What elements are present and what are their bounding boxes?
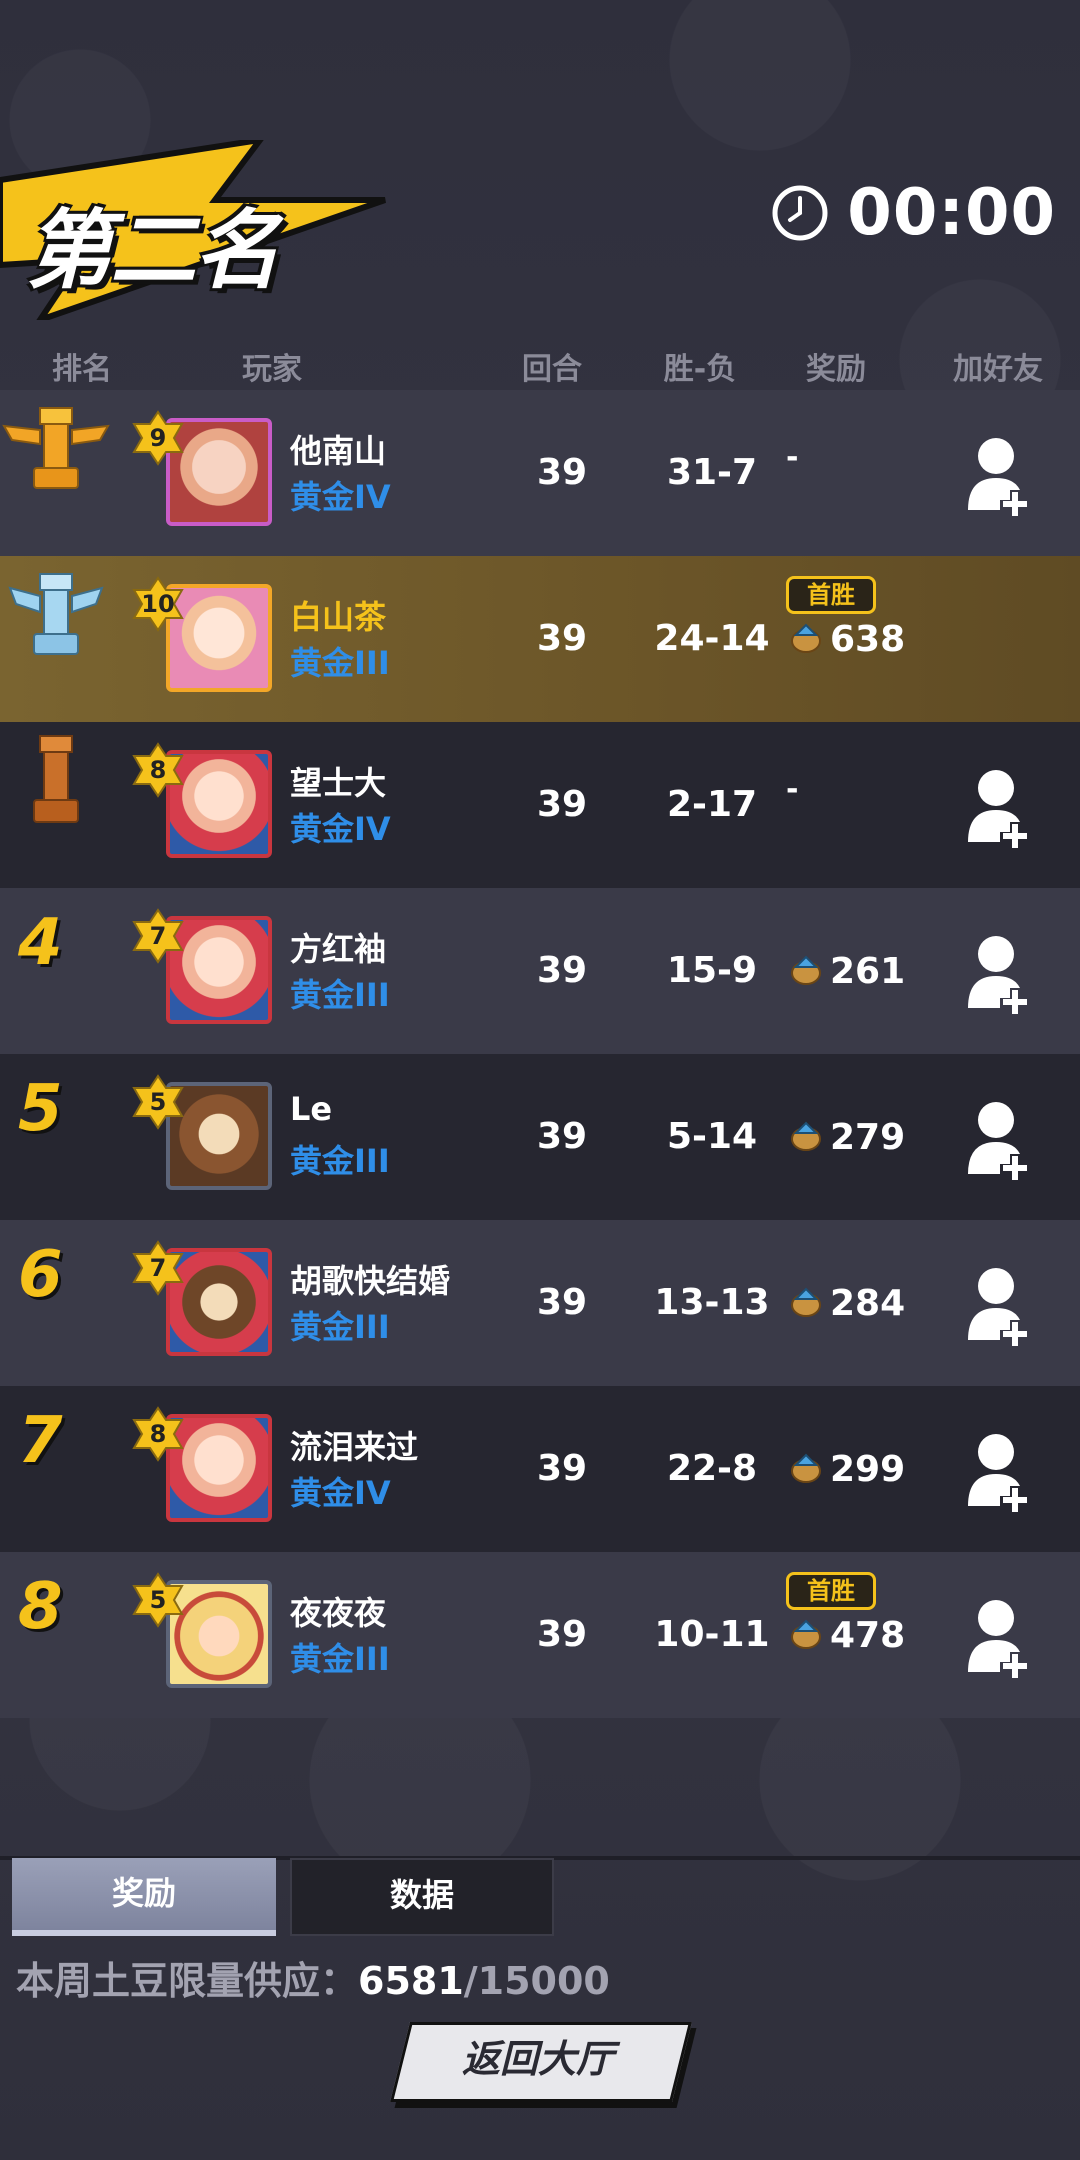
- first-win-badge: 首胜: [786, 576, 876, 614]
- header-win-loss: 胜-负: [663, 352, 737, 387]
- leaderboard-row: 8 5 夜夜夜 黄金III 39 10-11 首胜 478: [0, 1552, 1080, 1718]
- add-friend-icon[interactable]: [966, 932, 1034, 1016]
- rounds-value: 39: [536, 1282, 588, 1323]
- rank-number: 4: [18, 906, 63, 980]
- rounds-value: 39: [536, 1116, 588, 1157]
- player-name: 流泪来过: [290, 1428, 419, 1466]
- leaderboard-row-self: 10 白山茶 黄金III 39 24-14 首胜 638: [0, 556, 1080, 722]
- rounds-value: 39: [536, 618, 588, 659]
- win-loss-value: 22-8: [666, 1448, 758, 1489]
- match-timer: 00:00: [771, 176, 1056, 250]
- reward-value: 261: [788, 948, 905, 994]
- rank-number: 8: [18, 1570, 63, 1644]
- win-loss-value: 24-14: [654, 618, 770, 659]
- leaderboard-row: 4 7 方红袖 黄金III 39 15-9 261: [0, 888, 1080, 1054]
- rounds-value: 39: [536, 452, 588, 493]
- weekly-supply: 本周土豆限量供应：6581/15000: [16, 1950, 610, 2005]
- gold-trophy-icon: [2, 407, 110, 489]
- player-tier: 黄金IV: [290, 1474, 391, 1512]
- level-badge: 8: [130, 1406, 186, 1462]
- header-rank: 排名: [52, 352, 112, 387]
- reward-value: 478: [788, 1612, 905, 1658]
- level-badge: 7: [130, 908, 186, 964]
- player-name: 白山茶: [290, 598, 387, 636]
- potato-coin-icon: [791, 1287, 821, 1317]
- rounds-value: 39: [536, 950, 588, 991]
- player-name: 望士大: [290, 764, 387, 802]
- leaderboard-row: 9 他南山 黄金IV 39 31-7 -: [0, 390, 1080, 556]
- leaderboard: 9 他南山 黄金IV 39 31-7 - 10 白山茶 黄金III 39 24-…: [0, 390, 1080, 1718]
- reward-value: 284: [788, 1280, 905, 1326]
- add-friend-icon[interactable]: [966, 1098, 1034, 1182]
- potato-coin-icon: [791, 1619, 821, 1649]
- reward-value: -: [786, 439, 799, 475]
- rank-number: 7: [18, 1404, 63, 1478]
- reward-value: 299: [788, 1446, 905, 1492]
- player-name: 胡歌快结婚: [290, 1262, 451, 1300]
- header-player: 玩家: [242, 352, 302, 387]
- leaderboard-row: 8 望士大 黄金IV 39 2-17 -: [0, 722, 1080, 888]
- tab-rewards[interactable]: 奖励: [12, 1858, 276, 1936]
- win-loss-value: 15-9: [666, 950, 758, 991]
- player-tier: 黄金III: [290, 1640, 390, 1678]
- potato-coin-icon: [791, 1453, 821, 1483]
- tab-stats[interactable]: 数据: [290, 1858, 554, 1936]
- player-tier: 黄金IV: [290, 478, 391, 516]
- rounds-value: 39: [536, 1448, 588, 1489]
- level-badge: 10: [130, 576, 186, 632]
- player-name: 夜夜夜: [290, 1594, 387, 1632]
- leaderboard-row: 7 8 流泪来过 黄金IV 39 22-8 299: [0, 1386, 1080, 1552]
- player-tier: 黄金III: [290, 1308, 390, 1346]
- potato-coin-icon: [791, 623, 821, 653]
- bronze-trophy-icon: [33, 735, 79, 823]
- player-tier: 黄金III: [290, 1142, 390, 1180]
- rounds-value: 39: [536, 1614, 588, 1655]
- win-loss-value: 31-7: [666, 452, 758, 493]
- supply-current: 6581: [358, 1959, 464, 2003]
- win-loss-value: 10-11: [654, 1614, 770, 1655]
- clock-icon: [772, 185, 828, 241]
- back-to-lobby-label[interactable]: 返回大厅: [400, 2022, 676, 2096]
- rounds-value: 39: [536, 784, 588, 825]
- win-loss-value: 13-13: [654, 1282, 770, 1323]
- level-badge: 9: [130, 410, 186, 466]
- level-badge: 5: [130, 1074, 186, 1130]
- rank-number: 5: [18, 1072, 63, 1146]
- player-tier: 黄金III: [290, 976, 390, 1014]
- reward-value: -: [786, 771, 799, 807]
- player-name: Le: [290, 1090, 333, 1128]
- reward-value: 279: [788, 1114, 905, 1160]
- header-reward: 奖励: [806, 352, 866, 387]
- level-badge: 5: [130, 1572, 186, 1628]
- reward-value: 638: [788, 616, 905, 662]
- add-friend-icon[interactable]: [966, 1430, 1034, 1514]
- player-name: 他南山: [290, 432, 387, 470]
- rank-number: 6: [18, 1238, 63, 1312]
- player-tier: 黄金III: [290, 644, 390, 682]
- add-friend-icon[interactable]: [966, 434, 1034, 518]
- add-friend-icon[interactable]: [966, 1596, 1034, 1680]
- first-win-badge: 首胜: [786, 1572, 876, 1610]
- silver-trophy-icon: [8, 573, 104, 655]
- header-add-friend: 加好友: [953, 352, 1043, 387]
- placement-title: 第二名: [26, 201, 280, 301]
- timer-value: 00:00: [847, 176, 1056, 250]
- win-loss-value: 2-17: [666, 784, 758, 825]
- leaderboard-row: 6 7 胡歌快结婚 黄金III 39 13-13 284: [0, 1220, 1080, 1386]
- player-name: 方红袖: [290, 930, 387, 968]
- level-badge: 7: [130, 1240, 186, 1296]
- column-headers: 排名 玩家 回合 胜-负 奖励 加好友: [0, 344, 1080, 388]
- add-friend-icon[interactable]: [966, 1264, 1034, 1348]
- leaderboard-row: 5 5 Le 黄金III 39 5-14 279: [0, 1054, 1080, 1220]
- player-tier: 黄金IV: [290, 810, 391, 848]
- add-friend-icon[interactable]: [966, 766, 1034, 850]
- potato-coin-icon: [791, 955, 821, 985]
- level-badge: 8: [130, 742, 186, 798]
- supply-label: 本周土豆限量供应：: [16, 1959, 359, 2003]
- win-loss-value: 5-14: [666, 1116, 758, 1157]
- potato-coin-icon: [791, 1121, 821, 1151]
- header-rounds: 回合: [522, 352, 582, 387]
- supply-total: /15000: [463, 1959, 610, 2003]
